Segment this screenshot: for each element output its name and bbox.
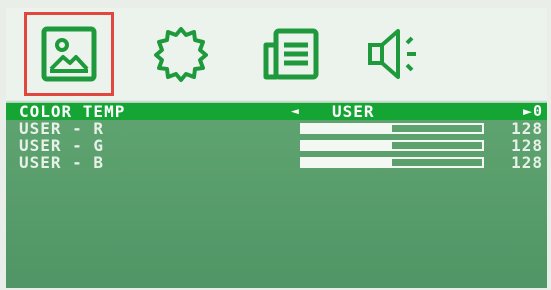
left-arrow-icon[interactable]: ◄	[291, 103, 300, 120]
menu-row-user-g[interactable]: USER - G 128	[6, 137, 547, 154]
document-icon	[263, 28, 319, 80]
user-b-slider[interactable]	[300, 157, 484, 168]
color-temp-label: COLOR TEMP	[19, 102, 126, 121]
menu-icon-bar	[6, 8, 547, 100]
user-r-slider-fill	[302, 125, 392, 132]
user-g-value: 128	[511, 136, 543, 155]
right-arrow-icon[interactable]: ►0	[523, 103, 543, 120]
tab-picture[interactable]	[24, 12, 114, 96]
user-b-slider-fill	[302, 159, 392, 166]
picture-menu: COLOR TEMP ◄ USER ►0 USER - R 128 USER -…	[6, 103, 547, 171]
user-g-slider[interactable]	[300, 140, 484, 151]
user-g-slider-fill	[302, 142, 392, 149]
user-r-label: USER - R	[19, 119, 105, 138]
menu-row-user-b[interactable]: USER - B 128	[6, 154, 547, 171]
menu-row-user-r[interactable]: USER - R 128	[6, 120, 547, 137]
user-b-value: 128	[511, 153, 543, 172]
user-g-label: USER - G	[19, 136, 105, 155]
tab-audio[interactable]	[352, 12, 442, 96]
gear-icon	[154, 27, 208, 82]
osd-screen: COLOR TEMP ◄ USER ►0 USER - R 128 USER -…	[6, 8, 547, 288]
tab-setup[interactable]	[136, 12, 226, 96]
menu-row-color-temp[interactable]: COLOR TEMP ◄ USER ►0	[6, 103, 547, 120]
user-r-value: 128	[511, 119, 543, 138]
picture-icon	[41, 26, 97, 82]
user-b-label: USER - B	[19, 153, 105, 172]
speaker-icon	[368, 29, 416, 79]
user-r-slider[interactable]	[300, 123, 484, 134]
color-temp-value: USER	[332, 102, 375, 121]
tab-information[interactable]	[246, 12, 336, 96]
